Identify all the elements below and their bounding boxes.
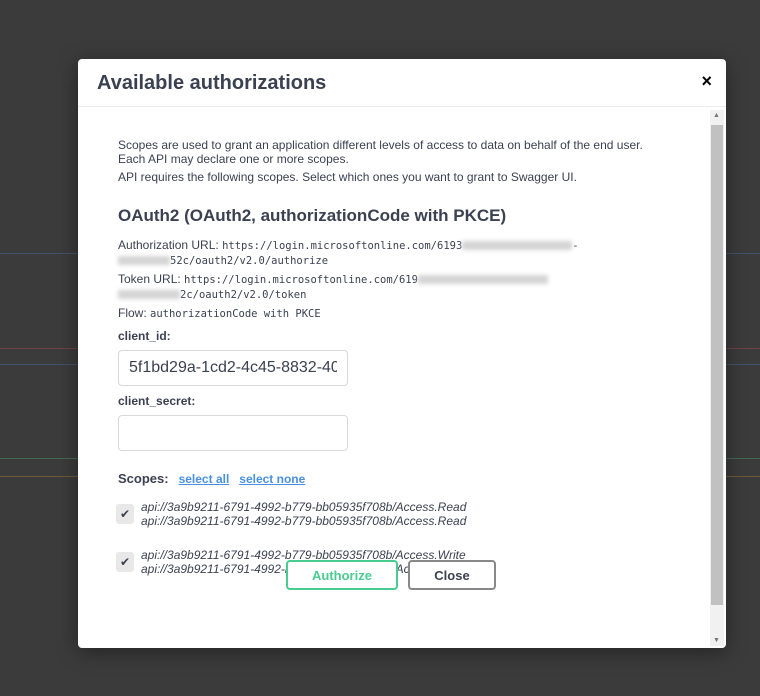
url-text: 52c/oauth2/v2.0/authorize [170,255,329,267]
redacted [462,241,573,251]
modal-title: Available authorizations [97,72,327,94]
label: Flow: [118,306,147,320]
checkbox-checked-icon[interactable]: ✔ [116,552,134,572]
select-none-link[interactable]: select none [239,472,305,486]
oauth-title: OAuth2 (OAuth2, authorizationCode with P… [118,206,507,225]
flow-value: authorizationCode with PKCE [150,308,321,320]
authorize-button[interactable]: Authorize [286,560,398,590]
label: Authorization URL: [118,238,219,252]
scope-name: api://3a9b9211-6791-4992-b779-bb05935f70… [141,500,467,514]
client-secret-input[interactable] [118,415,348,451]
scopes-label: Scopes: [118,471,169,486]
intro-line: Scopes are used to grant an application … [118,138,643,152]
scrollbar-thumb[interactable] [711,125,723,605]
modal-actions: Authorize Close [286,560,496,590]
url-text: - [572,240,579,252]
intro-text: Scopes are used to grant an application … [118,138,710,166]
scope-description: api://3a9b9211-6791-4992-b779-bb05935f70… [141,514,467,528]
flow: Flow: authorizationCode with PKCE [118,306,710,321]
scroll-up-icon[interactable]: ▲ [713,112,720,119]
authorization-url: Authorization URL: https://login.microso… [118,238,710,268]
scrollbar[interactable]: ▲ ▼ [710,110,724,646]
close-button[interactable]: Close [408,560,496,590]
checkbox-checked-icon[interactable]: ✔ [116,504,134,524]
intro-text: API requires the following scopes. Selec… [118,170,577,184]
redacted [118,256,170,266]
select-all-link[interactable]: select all [179,472,230,486]
close-icon[interactable]: × [701,71,712,92]
url-text: https://login.microsoftonline.com/6193 [222,240,463,252]
intro-line: Each API may declare one or more scopes. [118,152,349,166]
redacted [417,275,548,285]
client-secret-label: client_secret: [118,394,196,408]
url-text: 2c/oauth2/v2.0/token [180,289,307,301]
url-text: https://login.microsoftonline.com/619 [184,274,418,286]
redacted [118,290,180,300]
authorizations-modal: Available authorizations × Scopes are us… [78,59,726,648]
label: Token URL: [118,272,181,286]
modal-header: Available authorizations × [78,59,726,107]
scroll-down-icon[interactable]: ▼ [713,637,720,644]
scope-item[interactable]: ✔ api://3a9b9211-6791-4992-b779-bb05935f… [116,500,710,528]
scopes-header: Scopes: select all select none [118,471,710,486]
client-id-input[interactable] [118,350,348,386]
token-url: Token URL: https://login.microsoftonline… [118,272,710,302]
client-id-label: client_id: [118,329,171,343]
